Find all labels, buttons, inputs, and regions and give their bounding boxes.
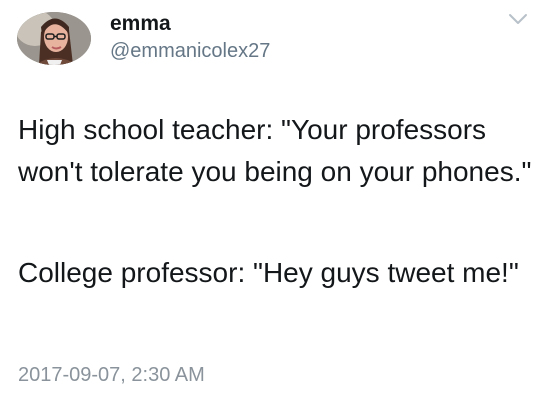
chevron-down-icon[interactable] bbox=[508, 12, 528, 26]
avatar[interactable] bbox=[17, 12, 91, 65]
user-handle[interactable]: @emmanicolex27 bbox=[110, 39, 270, 63]
profile-photo-icon bbox=[17, 12, 91, 65]
tweet-text-paragraph-1: High school teacher: "Your professors wo… bbox=[18, 114, 532, 187]
display-name[interactable]: emma bbox=[110, 12, 171, 36]
tweet-card: emma @emmanicolex27 High school teacher:… bbox=[0, 0, 540, 401]
tweet-text-paragraph-2: College professor: "Hey guys tweet me!" bbox=[18, 257, 519, 288]
tweet-timestamp[interactable]: 2017-09-07, 2:30 AM bbox=[18, 363, 205, 387]
